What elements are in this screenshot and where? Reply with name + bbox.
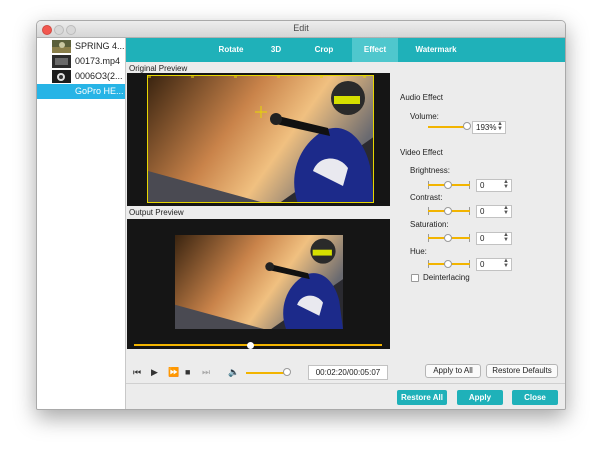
file-name: 0006O3(2... bbox=[75, 71, 123, 81]
audio-volume-slider[interactable] bbox=[428, 126, 466, 128]
brightness-label: Brightness: bbox=[410, 166, 451, 175]
volume-label: Volume: bbox=[410, 112, 439, 121]
stepper-arrows-icon[interactable]: ▲ ▼ bbox=[503, 205, 509, 216]
play-icon[interactable]: ▶ bbox=[151, 367, 158, 378]
hue-slider[interactable] bbox=[428, 260, 470, 268]
apply-to-all-button[interactable]: Apply to All bbox=[425, 364, 481, 378]
file-name: 00173.mp4 bbox=[75, 56, 121, 66]
apply-button[interactable]: Apply bbox=[457, 390, 503, 405]
motorcycle-video-frame bbox=[148, 76, 373, 202]
motorcycle-video-frame bbox=[175, 235, 343, 329]
title-bar: Edit bbox=[37, 21, 565, 38]
saturation-handle[interactable] bbox=[444, 234, 452, 242]
seek-bar[interactable] bbox=[127, 339, 390, 349]
seek-track[interactable] bbox=[134, 344, 382, 346]
video-thumbnail-icon bbox=[52, 85, 71, 98]
file-name: SPRING 4... bbox=[75, 41, 125, 51]
original-preview-label: Original Preview bbox=[129, 64, 188, 73]
stepper-arrows-icon[interactable]: ▲ ▼ bbox=[497, 121, 503, 132]
output-preview bbox=[127, 219, 390, 349]
file-item[interactable]: 00173.mp4 bbox=[37, 54, 125, 69]
edit-window: Edit SPRING 4... 00173.mp4 0006O3(2... G… bbox=[36, 20, 566, 410]
deinterlacing-checkbox[interactable] bbox=[411, 274, 419, 282]
stepper-arrows-icon[interactable]: ▲ ▼ bbox=[503, 179, 509, 190]
effect-panel: Audio Effect Volume: 193% ▲ ▼ Video Effect… bbox=[392, 62, 565, 382]
deinterlacing-label: Deinterlacing bbox=[423, 273, 470, 282]
file-item[interactable]: SPRING 4... bbox=[37, 39, 125, 54]
original-preview-image bbox=[147, 75, 374, 203]
output-preview-image bbox=[175, 235, 343, 329]
hue-handle[interactable] bbox=[444, 260, 452, 268]
tab-rotate[interactable]: Rotate bbox=[210, 38, 252, 62]
hue-field[interactable]: 0 ▲ ▼ bbox=[476, 258, 512, 271]
file-name: GoPro HE... bbox=[75, 86, 124, 96]
speaker-icon[interactable]: 🔈 bbox=[228, 367, 239, 378]
saturation-slider[interactable] bbox=[428, 234, 470, 242]
close-button[interactable]: Close bbox=[512, 390, 558, 405]
playback-controls: ⏮ ▶ ⏩ ■ ⏭ 🔈 00:02:20/00:05:07 bbox=[127, 362, 390, 383]
video-thumbnail-icon bbox=[52, 55, 71, 68]
tab-3d[interactable]: 3D bbox=[260, 38, 292, 62]
brightness-handle[interactable] bbox=[444, 181, 452, 189]
original-preview bbox=[127, 73, 390, 206]
volume-field[interactable]: 193% ▲ ▼ bbox=[472, 121, 506, 134]
hue-label: Hue: bbox=[410, 247, 427, 256]
tab-effect[interactable]: Effect bbox=[352, 38, 398, 62]
tab-crop[interactable]: Crop bbox=[304, 38, 344, 62]
volume-handle[interactable] bbox=[283, 368, 291, 376]
footer-bar: Restore All Apply Close bbox=[126, 383, 565, 409]
restore-all-button[interactable]: Restore All bbox=[397, 390, 447, 405]
tab-watermark[interactable]: Watermark bbox=[406, 38, 466, 62]
file-list: SPRING 4... 00173.mp4 0006O3(2... GoPro … bbox=[37, 38, 126, 409]
file-item-selected[interactable]: GoPro HE... bbox=[37, 84, 125, 99]
audio-effect-title: Audio Effect bbox=[400, 93, 443, 102]
file-item[interactable]: 0006O3(2... bbox=[37, 69, 125, 84]
contrast-handle[interactable] bbox=[444, 207, 452, 215]
skip-back-icon[interactable]: ⏮ bbox=[133, 367, 141, 378]
contrast-label: Contrast: bbox=[410, 193, 443, 202]
stepper-arrows-icon[interactable]: ▲ ▼ bbox=[503, 232, 509, 243]
restore-defaults-button[interactable]: Restore Defaults bbox=[486, 364, 558, 378]
seek-handle[interactable] bbox=[247, 342, 255, 349]
window-title: Edit bbox=[293, 23, 309, 33]
video-thumbnail-icon bbox=[52, 70, 71, 83]
saturation-label: Saturation: bbox=[410, 220, 449, 229]
brightness-field[interactable]: 0 ▲ ▼ bbox=[476, 179, 512, 192]
contrast-field[interactable]: 0 ▲ ▼ bbox=[476, 205, 512, 218]
time-display: 00:02:20/00:05:07 bbox=[308, 365, 388, 380]
skip-forward-icon[interactable]: ⏭ bbox=[202, 367, 210, 378]
stop-icon[interactable]: ■ bbox=[185, 367, 190, 377]
output-preview-label: Output Preview bbox=[129, 208, 184, 217]
saturation-field[interactable]: 0 ▲ ▼ bbox=[476, 232, 512, 245]
stepper-arrows-icon[interactable]: ▲ ▼ bbox=[503, 258, 509, 269]
brightness-slider[interactable] bbox=[428, 181, 470, 189]
volume-track[interactable] bbox=[246, 372, 288, 374]
fast-forward-icon[interactable]: ⏩ bbox=[168, 367, 179, 378]
audio-volume-handle[interactable] bbox=[463, 122, 471, 130]
contrast-slider[interactable] bbox=[428, 207, 470, 215]
video-thumbnail-icon bbox=[52, 40, 71, 53]
video-effect-title: Video Effect bbox=[400, 148, 443, 157]
edit-tabs: Rotate 3D Crop Effect Watermark bbox=[126, 38, 565, 62]
